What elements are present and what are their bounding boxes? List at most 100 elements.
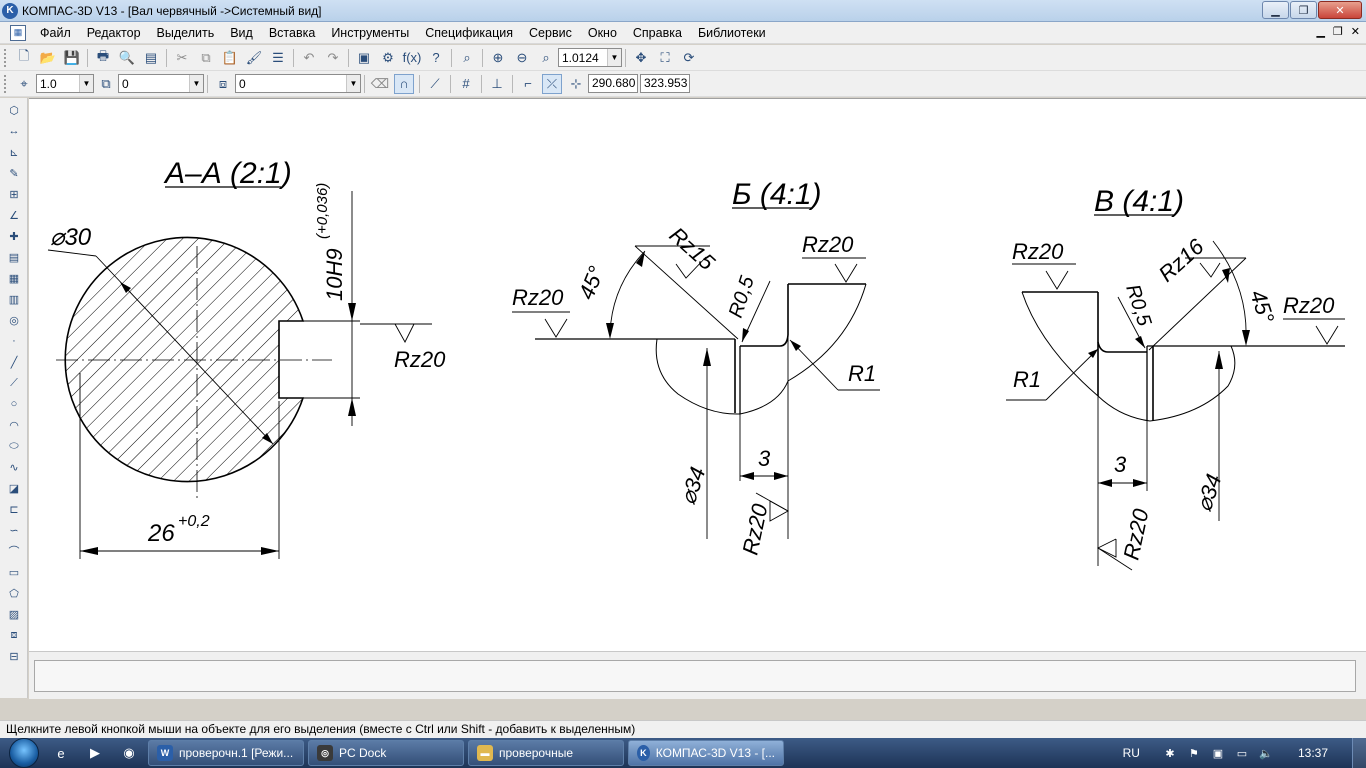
ie-icon[interactable]: e: [47, 740, 75, 766]
toolbar-grip[interactable]: [4, 74, 8, 93]
bezier-icon[interactable]: ∽: [5, 521, 23, 539]
library-manager-icon[interactable]: ⚙: [378, 48, 398, 68]
menu-view[interactable]: Вид: [222, 23, 261, 43]
reports-icon[interactable]: ▥: [5, 290, 23, 308]
minimize-button[interactable]: ▁: [1262, 1, 1289, 19]
new-document-icon[interactable]: 🗋: [14, 48, 34, 68]
spline-icon[interactable]: ∿: [5, 458, 23, 476]
flag-icon[interactable]: ⚑: [1186, 745, 1202, 761]
show-all-icon[interactable]: ⛶: [655, 48, 675, 68]
layer-icon[interactable]: ⧉: [96, 74, 116, 94]
save-icon[interactable]: 💾: [62, 48, 82, 68]
menu-window[interactable]: Окно: [580, 23, 625, 43]
zoom-in-icon[interactable]: ⊕: [488, 48, 508, 68]
restore-button[interactable]: ❐: [1290, 1, 1317, 19]
zoom-scale-icon[interactable]: ⌕: [536, 48, 556, 68]
chevron-down-icon[interactable]: ▼: [79, 75, 93, 92]
taskbar-item-folder[interactable]: ▬ проверочные: [468, 740, 624, 766]
property-panel-area[interactable]: [34, 660, 1356, 692]
menu-service[interactable]: Сервис: [521, 23, 580, 43]
zoom-out-icon[interactable]: ⊖: [512, 48, 532, 68]
step-combo[interactable]: 1.0 ▼: [36, 74, 94, 93]
grid-icon[interactable]: #: [456, 74, 476, 94]
chevron-down-icon[interactable]: ▼: [189, 75, 203, 92]
mdi-close-button[interactable]: ✕: [1351, 25, 1360, 38]
help-pointer-icon[interactable]: ?: [426, 48, 446, 68]
pan-icon[interactable]: ✥: [631, 48, 651, 68]
menu-help[interactable]: Справка: [625, 23, 690, 43]
menu-insert[interactable]: Вставка: [261, 23, 323, 43]
media-player-icon[interactable]: ▶: [81, 740, 109, 766]
antivirus-icon[interactable]: ✱: [1162, 745, 1178, 761]
chevron-down-icon[interactable]: ▼: [346, 75, 360, 92]
zoom-window-icon[interactable]: ⌕: [457, 48, 477, 68]
cut-icon[interactable]: ✂: [172, 48, 192, 68]
copy-icon[interactable]: ⧉: [196, 48, 216, 68]
measure-icon[interactable]: ∠: [5, 206, 23, 224]
taskbar-item-pcdock[interactable]: ◎ PC Dock: [308, 740, 464, 766]
coord-y-field[interactable]: 323.953: [640, 74, 690, 93]
contour-icon[interactable]: ⧈: [5, 626, 23, 644]
select-icon[interactable]: ✚: [5, 227, 23, 245]
editing-icon[interactable]: ✎: [5, 164, 23, 182]
mdi-restore-button[interactable]: ❐: [1333, 25, 1343, 38]
undo-icon[interactable]: ↶: [299, 48, 319, 68]
ellipse-icon[interactable]: ⬭: [5, 437, 23, 455]
ortho-icon[interactable]: ⌐: [518, 74, 538, 94]
insert-icon[interactable]: ◎: [5, 311, 23, 329]
open-folder-icon[interactable]: 📂: [38, 48, 58, 68]
arc-icon[interactable]: ◠: [5, 416, 23, 434]
close-button[interactable]: ✕: [1318, 1, 1362, 19]
dimensions-icon[interactable]: ↔: [5, 122, 23, 140]
circle-icon[interactable]: ○: [5, 395, 23, 413]
start-button[interactable]: [4, 738, 44, 768]
line-icon[interactable]: ╱: [5, 353, 23, 371]
taskbar-item-kompas[interactable]: K КОМПАС-3D V13 - [...: [628, 740, 784, 766]
parametrization-icon[interactable]: ⊞: [5, 185, 23, 203]
style-combo[interactable]: 0 ▼: [235, 74, 361, 93]
manager-icon[interactable]: ▣: [354, 48, 374, 68]
document-icon[interactable]: ▦: [10, 24, 26, 41]
rectangle-icon[interactable]: ▭: [5, 563, 23, 581]
network-icon[interactable]: ▭: [1234, 745, 1250, 761]
cursor-step-icon[interactable]: ⌖: [14, 74, 34, 94]
style-icon[interactable]: ⧈: [213, 74, 233, 94]
detail-b[interactable]: Б (4:1) Rz15 45° Rz20 Rz20 R0,5 R1 ⌀34 3…: [512, 178, 880, 557]
point-icon[interactable]: ·: [5, 332, 23, 350]
menu-editor[interactable]: Редактор: [79, 23, 149, 43]
detail-v[interactable]: В (4:1) Rz20 R0,5 Rz16 45° Rz20 R1 3 ⌀34…: [1006, 185, 1345, 571]
paste-icon[interactable]: 📋: [220, 48, 240, 68]
print-icon[interactable]: 🖶: [93, 48, 113, 68]
taskbar-item-word[interactable]: W проверочн.1 [Режи...: [148, 740, 304, 766]
round-icon[interactable]: ⤫: [542, 73, 562, 94]
drawing-canvas[interactable]: А–А (2:1) ⌀30 26 +0,2 10H9 (+0,036) Rz20…: [29, 98, 1366, 651]
menu-tools[interactable]: Инструменты: [323, 23, 417, 43]
polygon-icon[interactable]: ⬠: [5, 584, 23, 602]
segment-icon[interactable]: ⟋: [5, 374, 23, 392]
mdi-minimize-button[interactable]: ▁: [1316, 25, 1324, 38]
menu-select[interactable]: Выделить: [149, 23, 223, 43]
designations-icon[interactable]: ⊾: [5, 143, 23, 161]
toolbar-grip[interactable]: [4, 48, 8, 67]
menu-specification[interactable]: Спецификация: [417, 23, 521, 43]
menu-libraries[interactable]: Библиотеки: [690, 23, 774, 43]
clock[interactable]: 13:37: [1298, 746, 1328, 760]
drawing-svg[interactable]: А–А (2:1) ⌀30 26 +0,2 10H9 (+0,036) Rz20…: [29, 99, 1366, 651]
volume-icon[interactable]: 🔈: [1258, 745, 1274, 761]
geometry-icon[interactable]: ⬡: [5, 101, 23, 119]
coord-x-field[interactable]: 290.680: [588, 74, 638, 93]
section-aa[interactable]: А–А (2:1) ⌀30 26 +0,2 10H9 (+0,036) Rz20: [47, 157, 446, 559]
axes-icon[interactable]: ⊥: [487, 74, 507, 94]
zoom-scale-combo[interactable]: 1.0124 ▼: [558, 48, 622, 67]
app-red-icon[interactable]: ◉: [115, 740, 143, 766]
print-preview-icon[interactable]: 🔍: [117, 48, 137, 68]
local-cs-icon[interactable]: ⟋: [425, 74, 445, 94]
snap-magnet-icon[interactable]: ∩: [394, 73, 414, 94]
format-painter-icon[interactable]: 🖌: [244, 48, 264, 68]
fillet-icon[interactable]: ⌒: [5, 542, 23, 560]
refresh-icon[interactable]: ⟳: [679, 48, 699, 68]
hatch-icon[interactable]: ▨: [5, 605, 23, 623]
variables-fx-icon[interactable]: f(x): [402, 48, 422, 68]
polyline-icon[interactable]: ⊏: [5, 500, 23, 518]
menu-file[interactable]: Файл: [32, 23, 79, 43]
